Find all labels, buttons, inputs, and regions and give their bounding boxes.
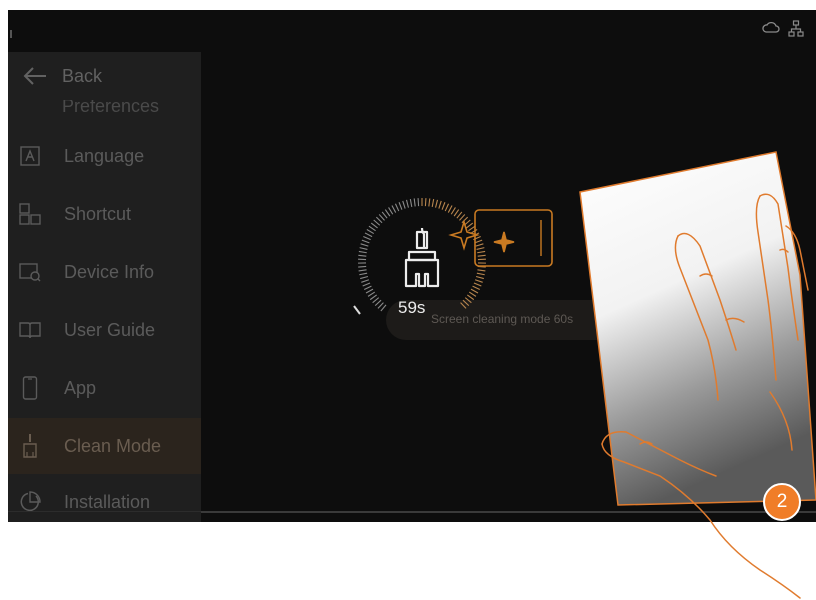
step-number-badge: 2: [763, 483, 801, 521]
arrow-left-icon: [23, 67, 46, 85]
back-button[interactable]: Back: [8, 52, 201, 100]
back-label: Back: [62, 65, 103, 86]
cleaning-cloth: [579, 151, 816, 506]
